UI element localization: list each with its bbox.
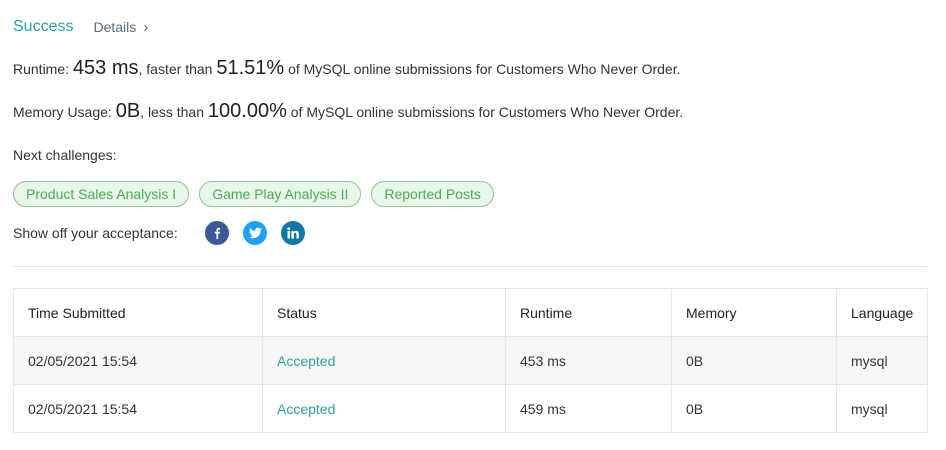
column-header-language[interactable]: Language <box>836 288 928 337</box>
status-accepted-link[interactable]: Accepted <box>262 384 506 433</box>
column-header-status[interactable]: Status <box>262 288 506 337</box>
submission-result-page: Success Details › Runtime: 453 ms, faste… <box>0 0 946 450</box>
runtime-percent: 51.51% <box>216 57 285 79</box>
submissions-table: Time Submitted Status Runtime Memory Lan… <box>13 288 928 433</box>
challenge-chip-game-play-analysis[interactable]: Game Play Analysis II <box>199 181 362 207</box>
status-accepted-link[interactable]: Accepted <box>262 336 506 385</box>
memory-less-text: , less than <box>140 104 204 120</box>
details-link[interactable]: Details › <box>93 19 148 35</box>
table-header-row: Time Submitted Status Runtime Memory Lan… <box>13 288 928 337</box>
memory-summary: Memory Usage: 0B, less than 100.00% of M… <box>13 100 683 123</box>
next-challenges-label: Next challenges: <box>13 147 117 163</box>
details-label: Details <box>93 19 137 35</box>
challenge-chip-reported-posts[interactable]: Reported Posts <box>371 181 494 207</box>
memory-label: Memory Usage: <box>13 104 112 120</box>
memory-cell: 0B <box>671 336 837 385</box>
runtime-summary: Runtime: 453 ms, faster than 51.51% of M… <box>13 57 680 80</box>
table-row: 02/05/2021 15:54 Accepted 459 ms 0B mysq… <box>13 384 928 433</box>
share-row: Show off your acceptance: <box>13 221 319 245</box>
linkedin-icon[interactable] <box>281 221 305 245</box>
memory-value: 0B <box>115 100 141 122</box>
twitter-icon[interactable] <box>243 221 267 245</box>
next-challenges-list: Product Sales Analysis I Game Play Analy… <box>13 181 504 207</box>
result-status: Success <box>13 18 74 35</box>
divider <box>13 266 927 267</box>
memory-percent: 100.00% <box>207 100 287 122</box>
facebook-icon[interactable] <box>205 221 229 245</box>
memory-suffix: of MySQL online submissions for Customer… <box>290 104 684 120</box>
runtime-suffix: of MySQL online submissions for Customer… <box>288 61 681 77</box>
table-row: 02/05/2021 15:54 Accepted 453 ms 0B mysq… <box>13 336 928 385</box>
challenge-chip-product-sales-analysis[interactable]: Product Sales Analysis I <box>13 181 190 207</box>
runtime-cell: 453 ms <box>505 336 672 385</box>
column-header-runtime[interactable]: Runtime <box>505 288 672 337</box>
result-header: Success Details › <box>13 16 148 38</box>
column-header-memory[interactable]: Memory <box>671 288 837 337</box>
runtime-value: 453 ms <box>72 57 139 79</box>
language-cell: mysql <box>836 336 928 385</box>
language-cell: mysql <box>836 384 928 433</box>
share-label: Show off your acceptance: <box>13 225 178 241</box>
runtime-faster-text: , faster than <box>138 61 213 77</box>
time-submitted-cell: 02/05/2021 15:54 <box>13 384 263 433</box>
column-header-time-submitted[interactable]: Time Submitted <box>13 288 263 337</box>
runtime-label: Runtime: <box>13 61 70 77</box>
runtime-cell: 459 ms <box>505 384 672 433</box>
time-submitted-cell: 02/05/2021 15:54 <box>13 336 263 385</box>
memory-cell: 0B <box>671 384 837 433</box>
chevron-right-icon: › <box>143 18 149 36</box>
